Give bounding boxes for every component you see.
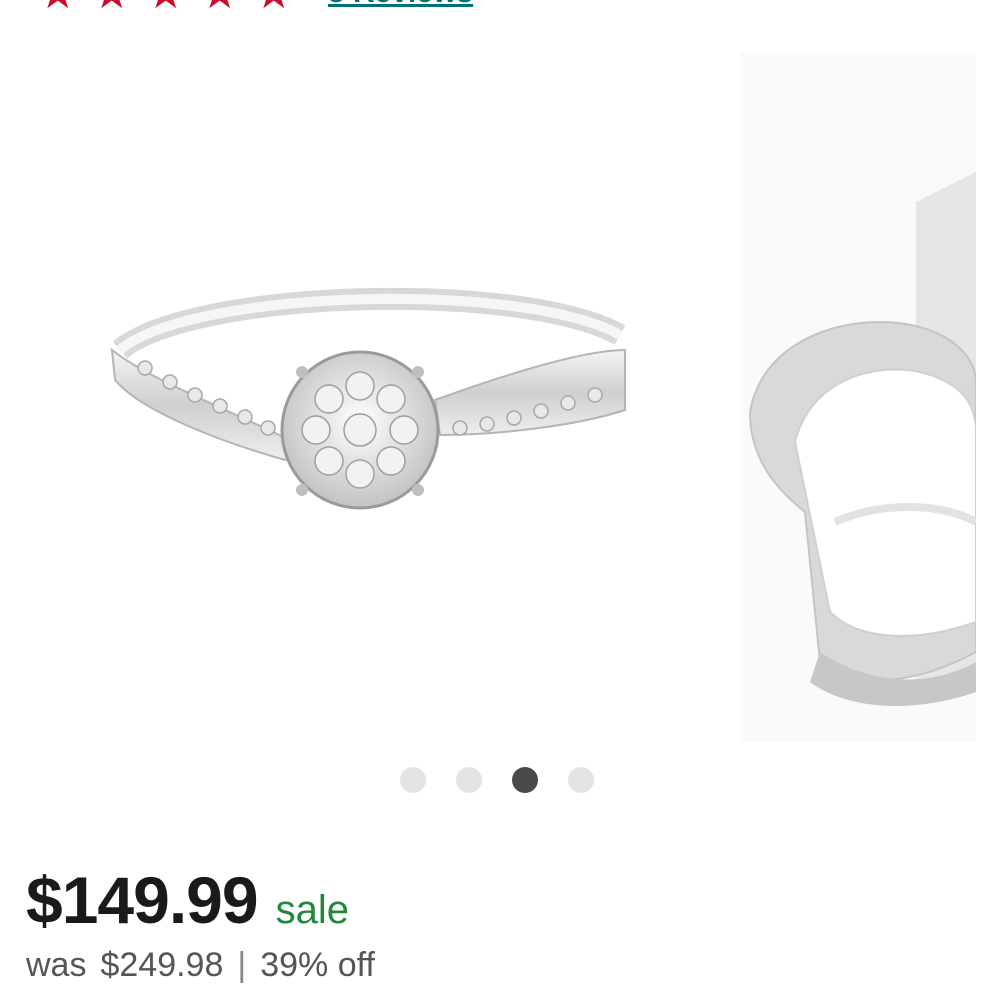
reviews-link[interactable]: 5 Reviews — [328, 0, 473, 10]
discount-label: 39% off — [260, 946, 375, 984]
carousel-dot-3[interactable] — [512, 767, 538, 793]
original-price-row: was $249.98 | 39% off — [26, 946, 375, 985]
was-label: was — [26, 946, 87, 984]
star-icon: ★ — [254, 0, 298, 16]
carousel-dot-4[interactable] — [568, 767, 594, 793]
ring-photo[interactable] — [40, 50, 730, 740]
sale-label: sale — [275, 888, 349, 932]
current-price: $149.99 — [26, 863, 259, 937]
carousel-pagination — [400, 767, 594, 793]
star-icon: ★ — [200, 0, 244, 16]
price-row: $149.99 sale — [26, 862, 349, 938]
ring-box-photo[interactable] — [740, 52, 978, 742]
carousel-dot-2[interactable] — [456, 767, 482, 793]
ring-image — [110, 287, 626, 510]
price-separator: | — [237, 946, 247, 984]
was-price: $249.98 — [100, 946, 224, 984]
ring-box-image — [748, 172, 978, 706]
carousel-dot-1[interactable] — [400, 767, 426, 793]
star-rating: ★ ★ ★ ★ ★ — [38, 0, 298, 16]
rating-row: ★ ★ ★ ★ ★ 5 Reviews — [0, 0, 1000, 16]
star-icon: ★ — [38, 0, 82, 16]
product-image-carousel[interactable] — [0, 50, 1000, 750]
star-icon: ★ — [146, 0, 190, 16]
star-icon: ★ — [92, 0, 136, 16]
